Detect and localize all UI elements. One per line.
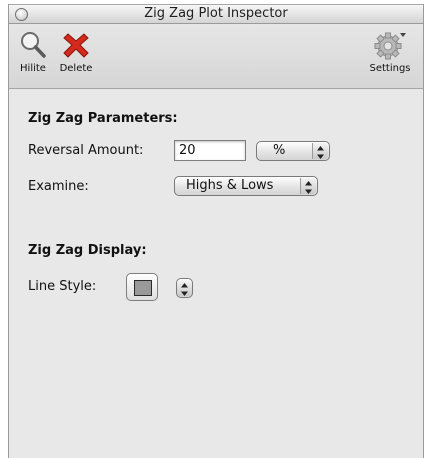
reversal-unit-value: % [273, 143, 286, 158]
delete-button[interactable]: Delete [56, 30, 96, 74]
popup-arrows-icon [300, 178, 316, 194]
line-style-popup[interactable] [176, 278, 193, 298]
window-title: Zig Zag Plot Inspector [144, 6, 288, 21]
line-color-well[interactable] [126, 273, 158, 301]
reversal-amount-field[interactable] [174, 140, 246, 161]
settings-label: Settings [369, 63, 411, 74]
line-color-swatch [134, 280, 152, 296]
zig-zag-display-heading: Zig Zag Display: [28, 243, 147, 258]
reversal-unit-popup[interactable]: % [256, 141, 330, 161]
popup-arrows-icon [312, 143, 328, 159]
hilite-label: Hilite [20, 63, 46, 74]
examine-value: Highs & Lows [186, 178, 274, 193]
examine-popup[interactable]: Highs & Lows [174, 176, 318, 196]
magnifier-icon [21, 32, 46, 58]
inspector-window: Zig Zag Plot Inspector Hilite Delete Set… [8, 4, 424, 458]
popup-arrows-icon [177, 280, 192, 296]
settings-button[interactable]: Settings [364, 30, 416, 74]
reversal-amount-label: Reversal Amount: [28, 143, 144, 158]
inspector-content: Zig Zag Parameters: Reversal Amount: % E… [9, 89, 423, 458]
delete-label: Delete [59, 63, 93, 74]
red-x-icon [63, 33, 89, 58]
zig-zag-parameters-heading: Zig Zag Parameters: [28, 111, 178, 126]
gear-icon [374, 32, 406, 60]
title-bar[interactable]: Zig Zag Plot Inspector [9, 4, 423, 24]
line-style-label: Line Style: [28, 279, 97, 294]
hilite-button[interactable]: Hilite [17, 30, 49, 74]
toolbar: Hilite Delete Settings [9, 24, 423, 89]
examine-label: Examine: [28, 179, 89, 194]
